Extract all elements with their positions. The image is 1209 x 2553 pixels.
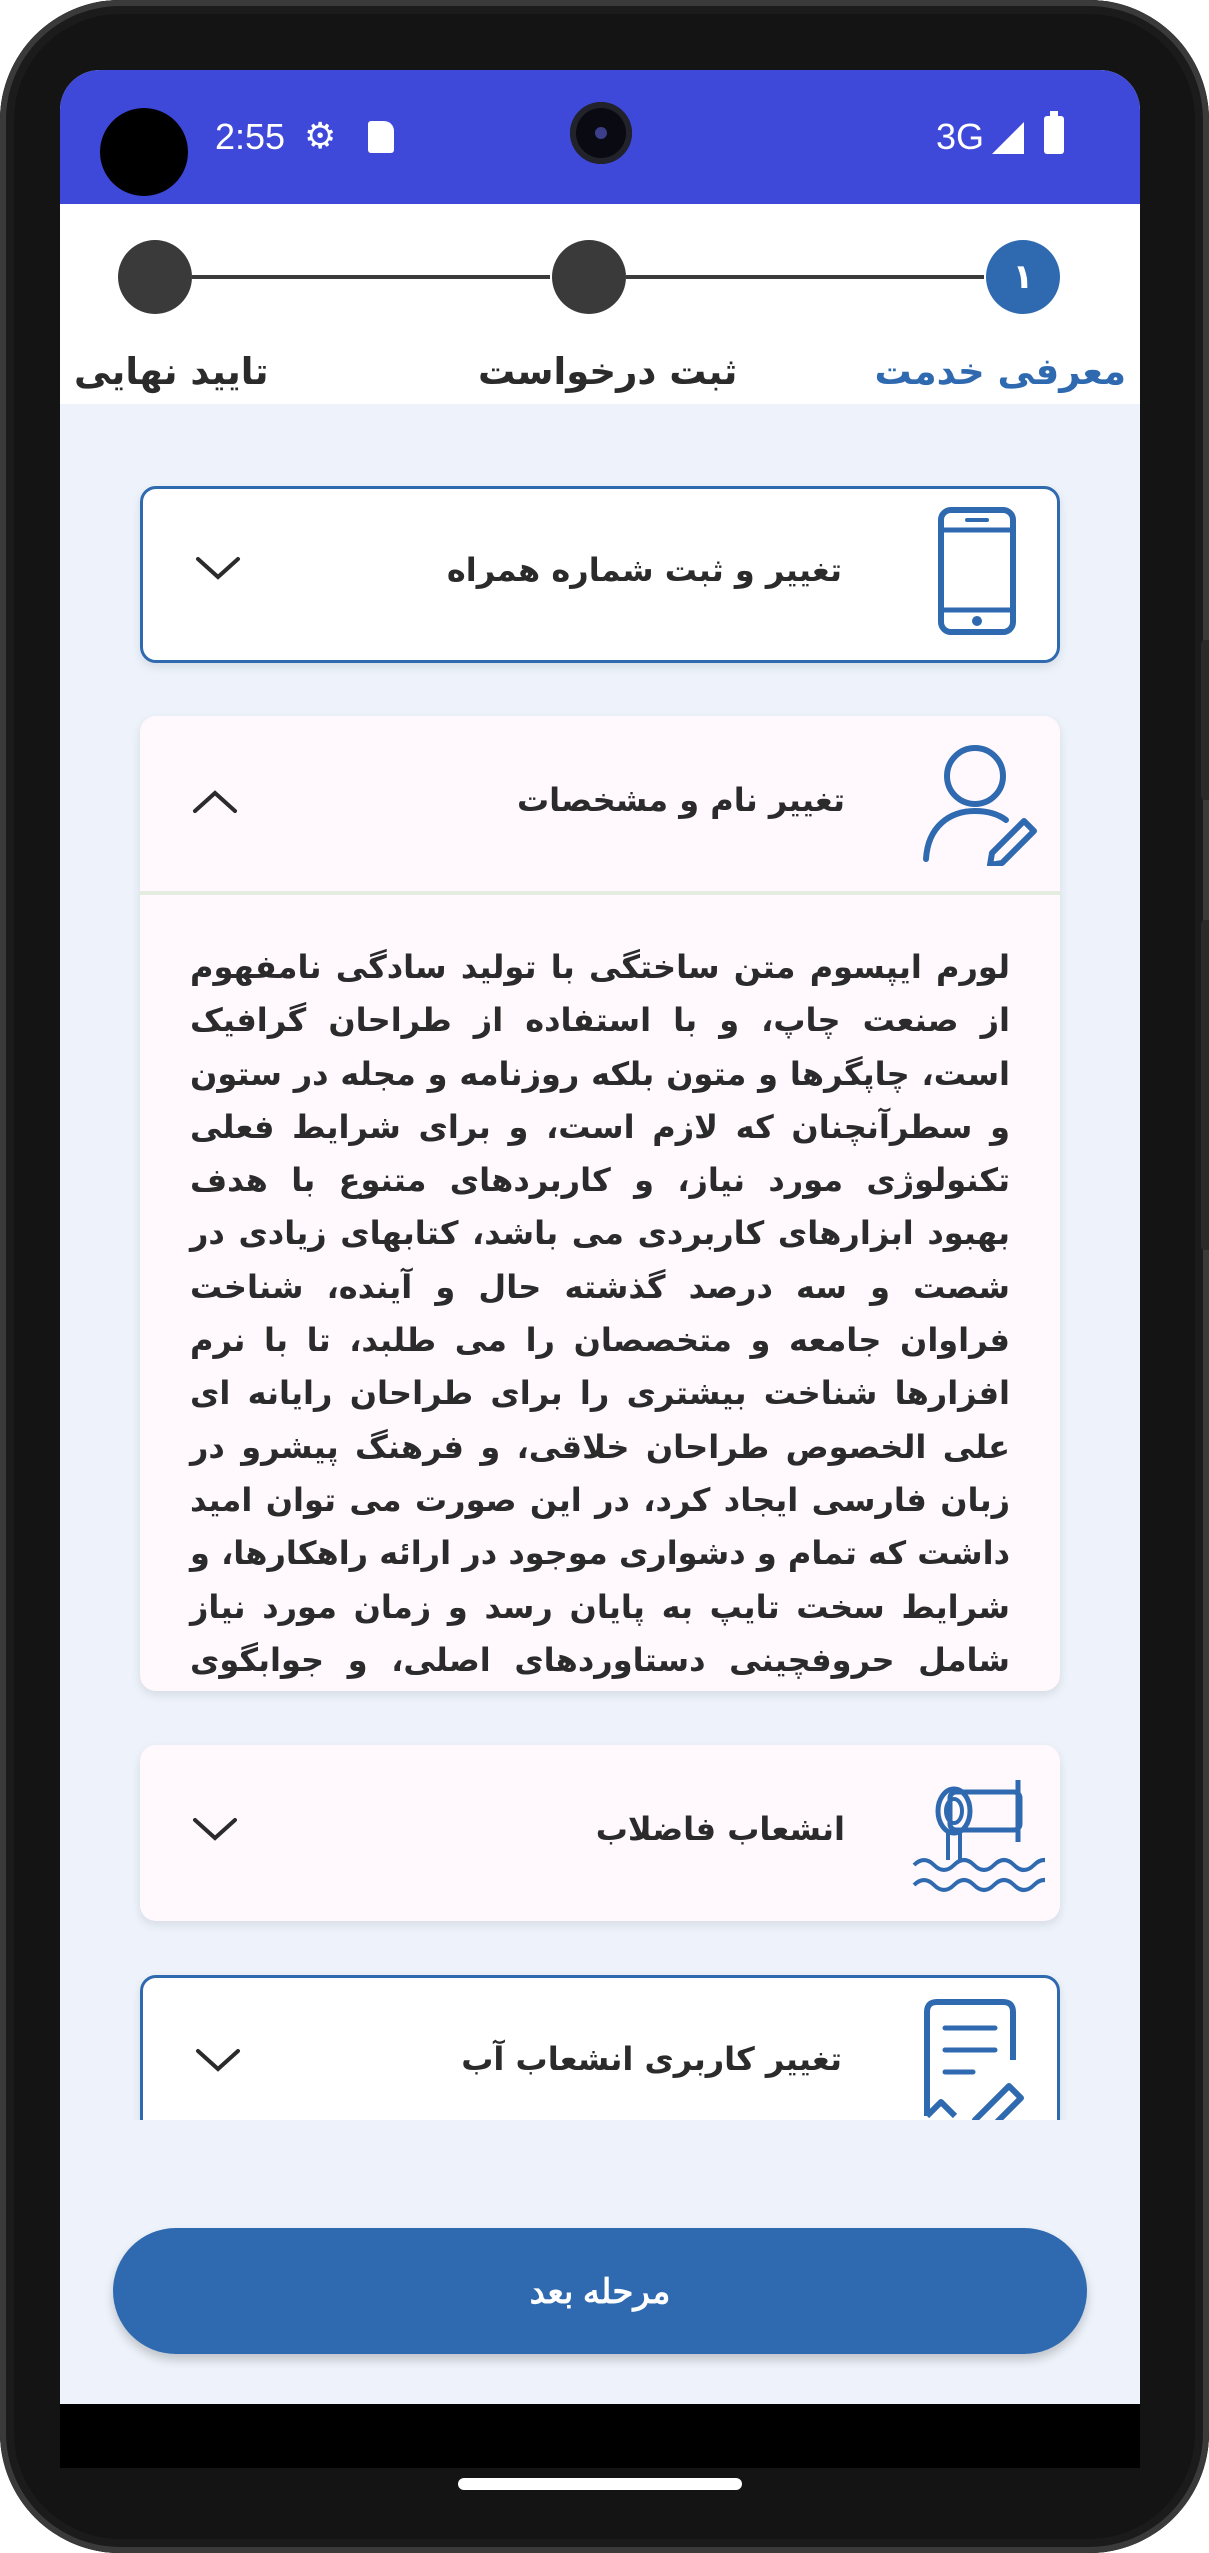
sewage-pipe-icon: [912, 1780, 1045, 1892]
power-button: [1201, 640, 1209, 800]
step-2-dot: [552, 240, 626, 314]
sd-card-icon: [368, 121, 394, 153]
step-label-confirm: تایید نهایی: [74, 350, 269, 393]
chevron-down-icon[interactable]: [193, 2036, 243, 2086]
card-mobile-number[interactable]: تغییر و ثبت شماره همراه: [140, 486, 1060, 663]
signal-icon: [992, 122, 1024, 154]
battery-icon: [1044, 111, 1064, 154]
camera-cutout: [100, 108, 188, 196]
card-body-text: لورم ایپسوم متن ساختگی با تولید سادگی نا…: [190, 948, 1010, 1679]
network-type: 3G: [936, 116, 985, 157]
volume-button: [1201, 920, 1209, 1250]
card-sewage-connection[interactable]: انشعاب فاضلاب: [140, 1745, 1060, 1921]
step-3-dot: [118, 240, 192, 314]
status-bar: 2:55 ⚙ 3G: [60, 70, 1140, 204]
user-edit-icon: [923, 745, 1037, 866]
card-title: تغییر و ثبت شماره همراه: [446, 551, 842, 589]
step-connector: [192, 275, 550, 279]
chevron-down-icon[interactable]: [193, 544, 243, 594]
mobile-phone-icon: [938, 507, 1016, 635]
app-screen: 2:55 ⚙ 3G ۱ معرفی خدمت ثبت درخواست تایید…: [60, 70, 1140, 2468]
step-1-dot: ۱: [986, 240, 1060, 314]
front-camera: [570, 102, 632, 164]
chevron-down-icon[interactable]: [190, 1805, 240, 1855]
step-label-register: ثبت درخواست: [478, 350, 738, 393]
navigation-bar: [60, 2404, 1140, 2468]
home-gesture-handle[interactable]: [458, 2478, 742, 2490]
card-title: انشعاب فاضلاب: [595, 1810, 845, 1848]
status-time: 2:55: [215, 116, 286, 157]
next-step-button[interactable]: مرحله بعد: [113, 2228, 1087, 2354]
document-edit-icon: [924, 1999, 1024, 2128]
card-name-profile[interactable]: تغییر نام و مشخصات لورم ایپسوم متن ساختگ…: [140, 716, 1060, 1691]
gear-icon: ⚙: [304, 116, 337, 157]
card-title: تغییر نام و مشخصات: [516, 781, 845, 819]
card-divider: [140, 891, 1060, 895]
chevron-up-icon[interactable]: [190, 776, 240, 826]
step-connector: [626, 275, 984, 279]
step-label-intro: معرفی خدمت: [874, 350, 1126, 393]
card-title: تغییر کاربری انشعاب آب: [461, 2040, 842, 2078]
